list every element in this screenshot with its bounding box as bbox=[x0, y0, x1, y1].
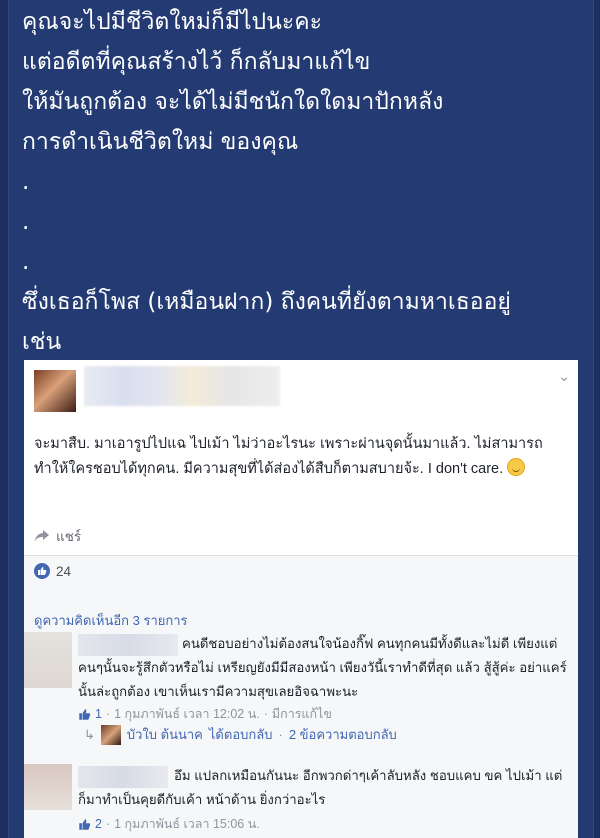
comment-timestamp[interactable]: 1 กุมภาพันธ์ เวลา 15:06 น. bbox=[114, 814, 260, 834]
like-summary[interactable]: 24 bbox=[34, 563, 71, 579]
replier-avatar bbox=[100, 724, 121, 745]
smile-emoji-icon bbox=[507, 458, 526, 476]
reply-summary[interactable]: ↳ บัวใบ ต้นนาค ได้ตอบกลับ · 2 ข้อความตอบ… bbox=[84, 724, 397, 745]
caption-line: การดำเนินชีวิตใหม่ ของคุณ bbox=[22, 129, 299, 155]
comment-like-count[interactable]: 2 bbox=[95, 817, 102, 831]
post-status-text: จะมาสืบ. มาเอารูปไปแฉ ไปเม้า ไม่ว่าอะไรน… bbox=[34, 432, 568, 482]
author-name-redacted bbox=[84, 366, 280, 406]
like-count: 24 bbox=[56, 563, 72, 579]
caption-line: เช่น bbox=[22, 329, 62, 355]
share-label: แชร์ bbox=[56, 529, 82, 544]
caption-line: คุณจะไปมีชีวิตใหม่ก็มีไปนะคะ bbox=[22, 9, 322, 35]
thumbs-up-icon bbox=[79, 818, 91, 830]
caption-line: . bbox=[22, 209, 30, 235]
commenter-avatar-redacted[interactable] bbox=[24, 764, 72, 810]
caption-line: แต่อดีตที่คุณสร้างไว้ ก็กลับมาแก้ไข bbox=[22, 49, 371, 75]
facebook-post-screenshot: ⌄ จะมาสืบ. มาเอารูปไปแฉ ไปเม้า ไม่ว่าอะไ… bbox=[24, 360, 578, 838]
comment-timestamp[interactable]: 1 กุมภาพันธ์ เวลา 12:02 น. bbox=[114, 704, 260, 724]
comment-meta: 1 · 1 กุมภาพันธ์ เวลา 12:02 น. · มีการแก… bbox=[78, 704, 332, 724]
caption-line: ซึ่งเธอก็โพส (เหมือนฝาก) ถึงคนที่ยังตามห… bbox=[22, 289, 511, 315]
status-text: จะมาสืบ. มาเอารูปไปแฉ ไปเม้า ไม่ว่าอะไรน… bbox=[34, 436, 543, 477]
author-avatar[interactable] bbox=[34, 370, 76, 412]
commenter-avatar-redacted[interactable] bbox=[24, 632, 72, 688]
edited-label[interactable]: มีการแก้ไข bbox=[272, 704, 332, 724]
like-icon bbox=[34, 563, 50, 579]
caption-line: . bbox=[22, 249, 30, 275]
reply-count[interactable]: 2 ข้อความตอบกลับ bbox=[289, 724, 397, 745]
reply-action: ได้ตอบกลับ bbox=[208, 727, 273, 742]
caption-line: . bbox=[22, 169, 30, 195]
comment-text: คนดีชอบอย่างไม่ต้องสนใจน้องกิ๊ฟ คนทุกคนม… bbox=[78, 636, 567, 699]
caption-line: ให้มันถูกต้อง จะได้ไม่มีชนักใดใดมาปักหลั… bbox=[22, 89, 444, 115]
replier-name[interactable]: บัวใบ ต้นนาค bbox=[127, 724, 203, 745]
comment-meta: 2 · 1 กุมภาพันธ์ เวลา 15:06 น. bbox=[78, 814, 260, 834]
share-button[interactable]: แชร์ bbox=[34, 525, 81, 547]
post-body: ⌄ จะมาสืบ. มาเอารูปไปแฉ ไปเม้า ไม่ว่าอะไ… bbox=[24, 360, 578, 556]
thumbs-up-icon bbox=[79, 708, 91, 720]
comment-like-count[interactable]: 1 bbox=[95, 707, 102, 721]
share-arrow-icon bbox=[35, 530, 49, 542]
view-more-comments-link[interactable]: ดูความคิดเห็นอีก 3 รายการ bbox=[34, 610, 188, 631]
reply-arrow-icon: ↳ bbox=[84, 726, 95, 742]
comment-text: อึม แปลกเหมือนกันนะ อีกพวกด่าๆเค้าลับหลั… bbox=[78, 768, 563, 807]
chevron-down-icon[interactable]: ⌄ bbox=[558, 368, 570, 385]
post-caption: คุณจะไปมีชีวิตใหม่ก็มีไปนะคะ แต่อดีตที่ค… bbox=[22, 2, 582, 362]
